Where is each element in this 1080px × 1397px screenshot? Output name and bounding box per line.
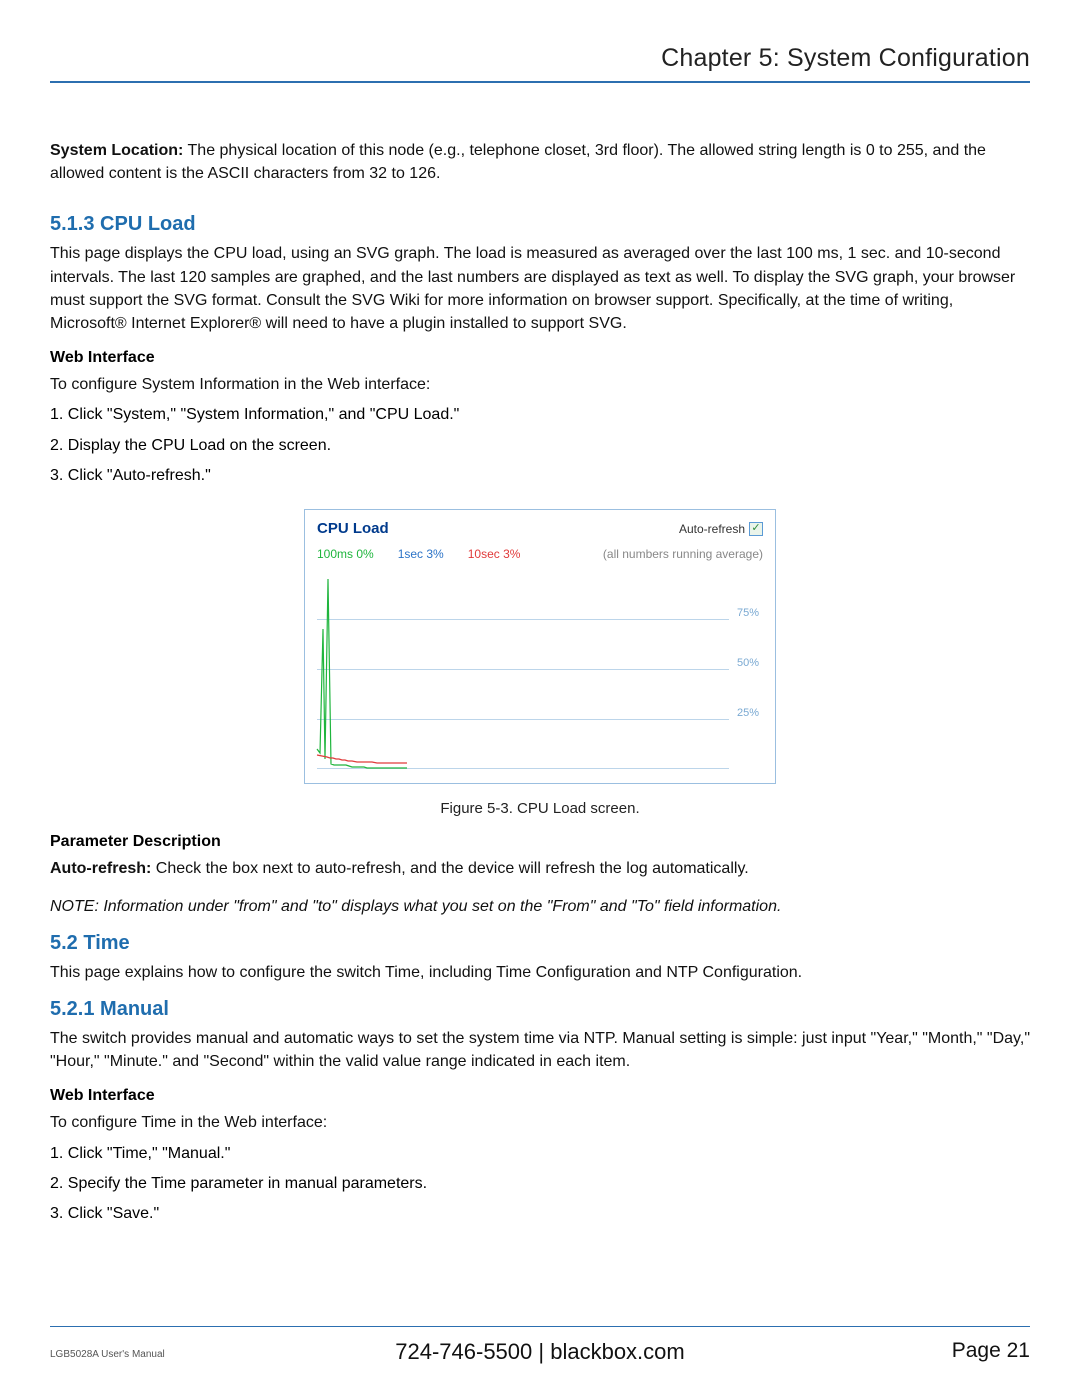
- system-location-label: System Location:: [50, 142, 183, 159]
- page-footer: LGB5028A User's Manual 724-746-5500 | bl…: [50, 1326, 1030, 1363]
- autorefresh-control[interactable]: Auto-refresh ✓: [679, 522, 763, 536]
- cpu-load-description: This page displays the CPU load, using a…: [50, 242, 1030, 335]
- series-100ms: [317, 579, 407, 768]
- web-interface-intro-1: To configure System Information in the W…: [50, 373, 1030, 396]
- cpu-load-series-svg: [317, 569, 407, 769]
- list-item: 1. Click "System," "System Information,"…: [50, 400, 1030, 430]
- from-to-note: NOTE: Information under "from" and "to" …: [50, 895, 1030, 918]
- cpu-load-plot: 75% 50% 25%: [317, 569, 759, 769]
- web-interface-intro-2: To configure Time in the Web interface:: [50, 1111, 1030, 1134]
- legend-10sec: 10sec 3%: [468, 547, 521, 561]
- system-location-text: The physical location of this node (e.g.…: [50, 142, 986, 182]
- autorefresh-param-label: Auto-refresh:: [50, 860, 151, 877]
- footer-contact: 724-746-5500 | blackbox.com: [50, 1339, 1030, 1365]
- cpu-load-panel-title: CPU Load: [317, 520, 389, 537]
- system-location-paragraph: System Location: The physical location o…: [50, 139, 1030, 185]
- legend-100ms: 100ms 0%: [317, 547, 374, 561]
- section-heading-manual: 5.2.1 Manual: [50, 998, 1030, 1021]
- legend-1sec: 1sec 3%: [398, 547, 444, 561]
- grid-label-50: 50%: [737, 657, 759, 669]
- section-heading-cpu-load: 5.1.3 CPU Load: [50, 213, 1030, 236]
- subheading-parameter-description: Parameter Description: [50, 833, 1030, 851]
- list-item: 2. Display the CPU Load on the screen.: [50, 431, 1030, 461]
- cpu-load-legend: 100ms 0% 1sec 3% 10sec 3% (all numbers r…: [305, 543, 775, 563]
- list-item: 3. Click "Save.": [50, 1199, 1030, 1229]
- list-item: 3. Click "Auto-refresh.": [50, 461, 1030, 491]
- subheading-web-interface-1: Web Interface: [50, 349, 1030, 367]
- footer-phone: 724-746-5500: [395, 1339, 532, 1364]
- autorefresh-param-text: Check the box next to auto-refresh, and …: [151, 860, 748, 877]
- autorefresh-checkbox[interactable]: ✓: [749, 522, 763, 536]
- subheading-web-interface-2: Web Interface: [50, 1087, 1030, 1105]
- grid-label-75: 75%: [737, 607, 759, 619]
- grid-label-25: 25%: [737, 707, 759, 719]
- time-description: This page explains how to configure the …: [50, 961, 1030, 984]
- legend-note: (all numbers running average): [603, 547, 763, 561]
- figure-caption: Figure 5-3. CPU Load screen.: [50, 800, 1030, 817]
- autorefresh-label: Auto-refresh: [679, 522, 745, 536]
- autorefresh-description: Auto-refresh: Check the box next to auto…: [50, 857, 1030, 880]
- footer-separator: |: [532, 1339, 550, 1364]
- list-item: 2. Specify the Time parameter in manual …: [50, 1169, 1030, 1199]
- cpu-load-steps: 1. Click "System," "System Information,"…: [50, 400, 1030, 491]
- section-heading-time: 5.2 Time: [50, 932, 1030, 955]
- footer-site: blackbox.com: [550, 1339, 685, 1364]
- manual-description: The switch provides manual and automatic…: [50, 1027, 1030, 1073]
- list-item: 1. Click "Time," "Manual.": [50, 1139, 1030, 1169]
- cpu-load-figure: CPU Load Auto-refresh ✓ 100ms 0% 1sec 3%…: [304, 509, 776, 784]
- manual-steps: 1. Click "Time," "Manual." 2. Specify th…: [50, 1139, 1030, 1230]
- chapter-title: Chapter 5: System Configuration: [50, 44, 1030, 83]
